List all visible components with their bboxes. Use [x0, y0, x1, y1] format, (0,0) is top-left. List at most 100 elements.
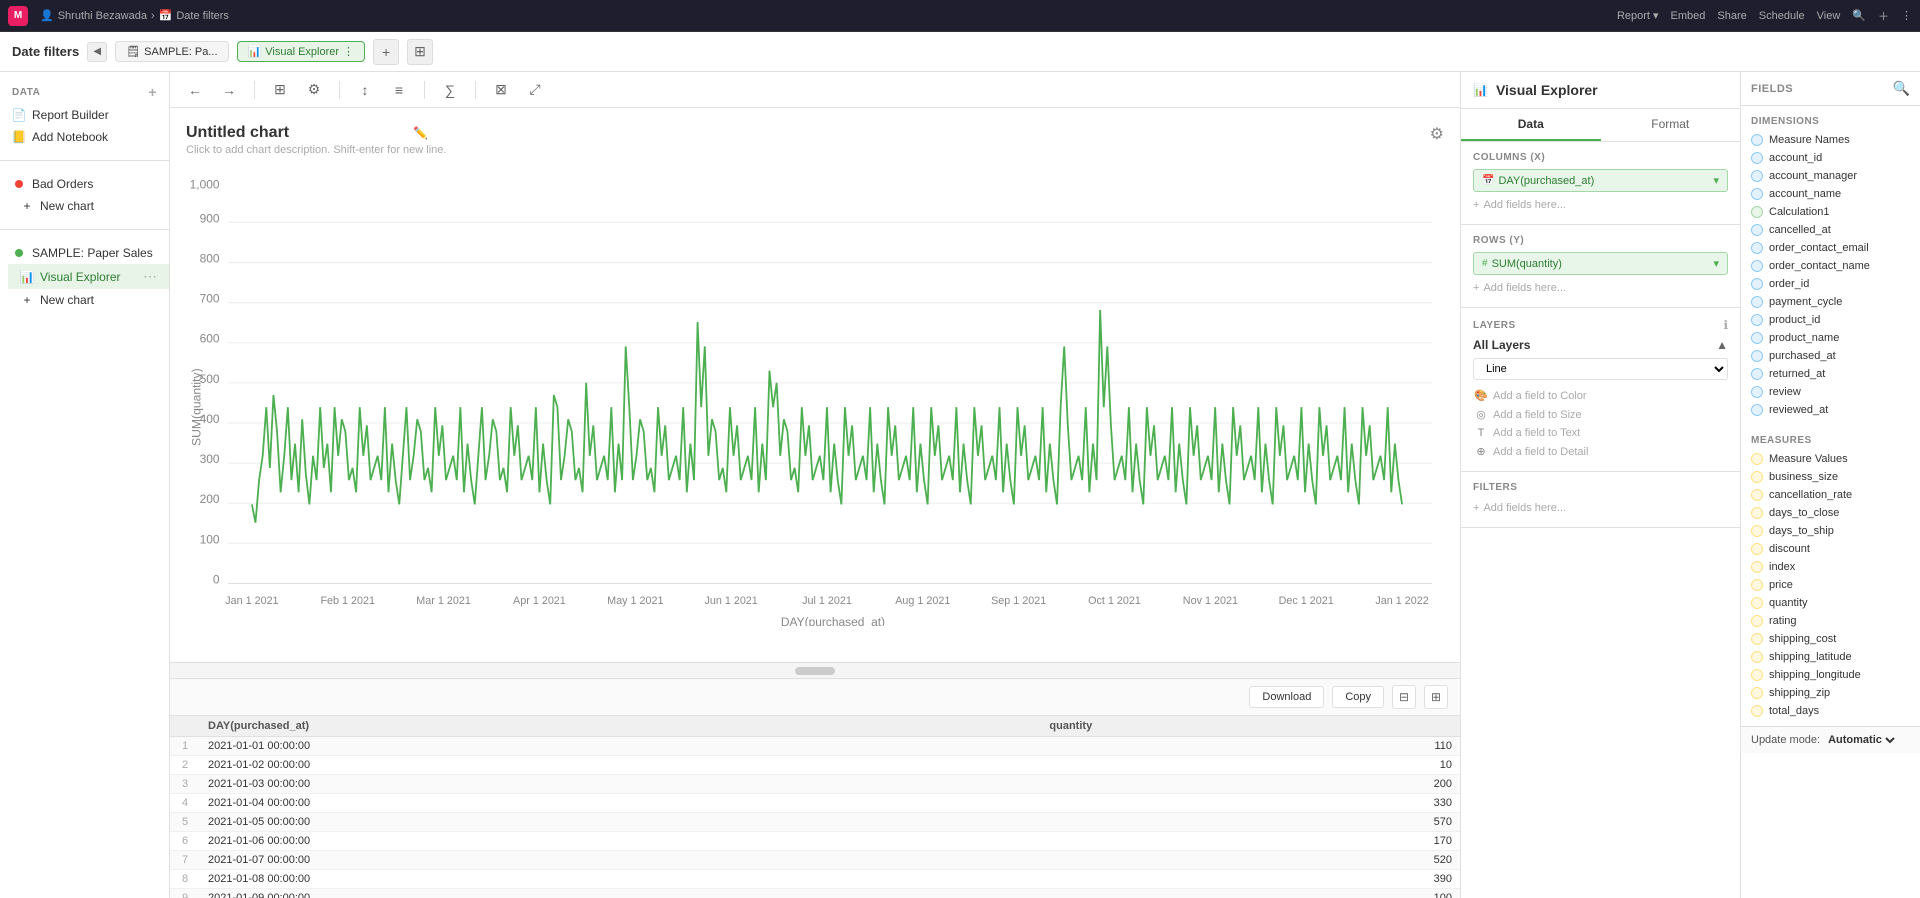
- settings-button[interactable]: ⚙: [301, 77, 327, 103]
- table-icon-btn-2[interactable]: ⊞: [1424, 685, 1448, 709]
- sidebar-item-new-chart-2[interactable]: + New chart: [8, 289, 169, 311]
- edit-title-icon[interactable]: ✏️: [413, 126, 428, 140]
- svg-text:600: 600: [200, 332, 220, 346]
- table-icon-btn-1[interactable]: ⊟: [1392, 685, 1416, 709]
- add-data-icon[interactable]: +: [148, 84, 157, 100]
- more-icon[interactable]: ⋮: [1901, 9, 1912, 22]
- dimension-field-item[interactable]: order_contact_email: [1741, 239, 1920, 257]
- embed-menu[interactable]: Embed: [1671, 10, 1706, 22]
- measure-field-item[interactable]: shipping_zip: [1741, 684, 1920, 702]
- layer-type-select[interactable]: Line Bar Area Point: [1473, 358, 1728, 380]
- dimension-field-item[interactable]: returned_at: [1741, 365, 1920, 383]
- row-qty-cell: 570: [1041, 813, 1460, 832]
- view-menu[interactable]: View: [1817, 10, 1841, 22]
- rows-add-field[interactable]: + Add fields here...: [1473, 279, 1728, 297]
- columns-field-pill[interactable]: 📅 DAY(purchased_at) ▾: [1473, 169, 1728, 192]
- svg-text:Jan 1 2021: Jan 1 2021: [225, 595, 278, 607]
- measure-field-item[interactable]: rating: [1741, 612, 1920, 630]
- report-menu[interactable]: Report ▾: [1617, 9, 1659, 22]
- data-table-scroll[interactable]: DAY(purchased_at) quantity 1 2021-01-01 …: [170, 716, 1460, 898]
- tab-visual-more[interactable]: ⋮: [343, 45, 354, 58]
- copy-button[interactable]: Copy: [1332, 686, 1384, 708]
- measure-field-item[interactable]: shipping_longitude: [1741, 666, 1920, 684]
- dimension-field-item[interactable]: product_id: [1741, 311, 1920, 329]
- measure-field-item[interactable]: shipping_cost: [1741, 630, 1920, 648]
- layer-text-label: Add a field to Text: [1493, 427, 1580, 439]
- right-tab-data[interactable]: Data: [1461, 109, 1601, 141]
- dimension-field-item[interactable]: account_manager: [1741, 167, 1920, 185]
- dimension-field-item[interactable]: purchased_at: [1741, 347, 1920, 365]
- sort-button[interactable]: ↕: [352, 77, 378, 103]
- update-mode-select[interactable]: Automatic Manual: [1824, 733, 1898, 747]
- dimension-field-item[interactable]: payment_cycle: [1741, 293, 1920, 311]
- dimension-field-item[interactable]: Calculation1: [1741, 203, 1920, 221]
- layers-info-icon[interactable]: ℹ: [1723, 318, 1728, 332]
- chart-subtitle: Click to add chart description. Shift-en…: [186, 144, 446, 156]
- sidebar-item-bad-orders[interactable]: Bad Orders: [0, 173, 169, 195]
- back-button[interactable]: ←: [182, 77, 208, 103]
- dimension-field-item[interactable]: review: [1741, 383, 1920, 401]
- row-num-cell: 4: [170, 794, 200, 813]
- tab-sample-pa[interactable]: 🗒 SAMPLE: Pa...: [115, 41, 228, 62]
- meas-label: cancellation_rate: [1769, 489, 1852, 501]
- fields-search-icon[interactable]: 🔍: [1893, 80, 1910, 97]
- sidebar-item-visual-explorer[interactable]: 📊 Visual Explorer ⋯: [8, 264, 169, 289]
- forward-button[interactable]: →: [216, 77, 242, 103]
- dimension-field-item[interactable]: reviewed_at: [1741, 401, 1920, 419]
- chart-settings-button[interactable]: ⚙: [1430, 124, 1444, 144]
- columns-add-field[interactable]: + Add fields here...: [1473, 196, 1728, 214]
- measure-field-item[interactable]: quantity: [1741, 594, 1920, 612]
- dim-type-icon: [1751, 260, 1763, 272]
- sum-button[interactable]: ∑: [437, 77, 463, 103]
- sidebar-item-new-chart-1[interactable]: + New chart: [8, 195, 169, 217]
- schedule-menu[interactable]: Schedule: [1759, 10, 1805, 22]
- chart-title-input[interactable]: [186, 124, 405, 142]
- scroll-thumb[interactable]: [795, 667, 835, 675]
- sidebar-item-paper-sales[interactable]: SAMPLE: Paper Sales: [0, 242, 169, 264]
- measure-field-item[interactable]: business_size: [1741, 468, 1920, 486]
- collapse-sidebar-button[interactable]: ◀: [87, 42, 107, 62]
- sidebar-item-report-builder[interactable]: 📄 Report Builder: [0, 104, 169, 126]
- measure-field-item[interactable]: price: [1741, 576, 1920, 594]
- layers-collapse-arrow[interactable]: ▲: [1716, 338, 1728, 352]
- add-view-button[interactable]: ⊞: [407, 39, 433, 65]
- add-tab-button[interactable]: +: [373, 39, 399, 65]
- layer-detail-row[interactable]: ⊕ Add a field to Detail: [1473, 442, 1728, 461]
- measure-field-item[interactable]: Measure Values: [1741, 450, 1920, 468]
- visual-explorer-more[interactable]: ⋯: [143, 268, 157, 285]
- measure-field-item[interactable]: days_to_ship: [1741, 522, 1920, 540]
- dimension-field-item[interactable]: product_name: [1741, 329, 1920, 347]
- dimension-field-item[interactable]: order_id: [1741, 275, 1920, 293]
- share-menu[interactable]: Share: [1717, 10, 1746, 22]
- layer-size-row[interactable]: ◎ Add a field to Size: [1473, 405, 1728, 424]
- size-button[interactable]: ⊠: [488, 77, 514, 103]
- sidebar-item-add-notebook[interactable]: 📒 Add Notebook: [0, 126, 169, 148]
- download-button[interactable]: Download: [1249, 686, 1324, 708]
- layer-color-row[interactable]: 🎨 Add a field to Color: [1473, 386, 1728, 405]
- rows-field-pill[interactable]: # SUM(quantity) ▾: [1473, 252, 1728, 275]
- dim-label: cancelled_at: [1769, 224, 1831, 236]
- dimension-field-item[interactable]: order_contact_name: [1741, 257, 1920, 275]
- group-button[interactable]: ≡: [386, 77, 412, 103]
- measure-field-item[interactable]: days_to_close: [1741, 504, 1920, 522]
- dimension-field-item[interactable]: cancelled_at: [1741, 221, 1920, 239]
- dim-type-icon: [1751, 296, 1763, 308]
- measure-field-item[interactable]: total_days: [1741, 702, 1920, 720]
- dimension-field-item[interactable]: account_id: [1741, 149, 1920, 167]
- chart-scroll-bar[interactable]: [170, 662, 1460, 678]
- tab-visual-explorer[interactable]: 📊 Visual Explorer ⋮: [237, 41, 365, 62]
- expand-button[interactable]: ⤢: [522, 77, 548, 103]
- right-tab-format[interactable]: Format: [1601, 109, 1741, 141]
- layer-text-row[interactable]: T Add a field to Text: [1473, 424, 1728, 442]
- copy-view-button[interactable]: ⊞: [267, 77, 293, 103]
- dimension-field-item[interactable]: account_name: [1741, 185, 1920, 203]
- svg-text:700: 700: [200, 292, 220, 306]
- measure-field-item[interactable]: shipping_latitude: [1741, 648, 1920, 666]
- measure-field-item[interactable]: index: [1741, 558, 1920, 576]
- filters-add-field[interactable]: + Add fields here...: [1473, 499, 1728, 517]
- measure-field-item[interactable]: discount: [1741, 540, 1920, 558]
- dimension-field-item[interactable]: Measure Names: [1741, 131, 1920, 149]
- search-icon[interactable]: 🔍: [1852, 9, 1866, 22]
- measure-field-item[interactable]: cancellation_rate: [1741, 486, 1920, 504]
- add-icon[interactable]: ＋: [1878, 8, 1889, 24]
